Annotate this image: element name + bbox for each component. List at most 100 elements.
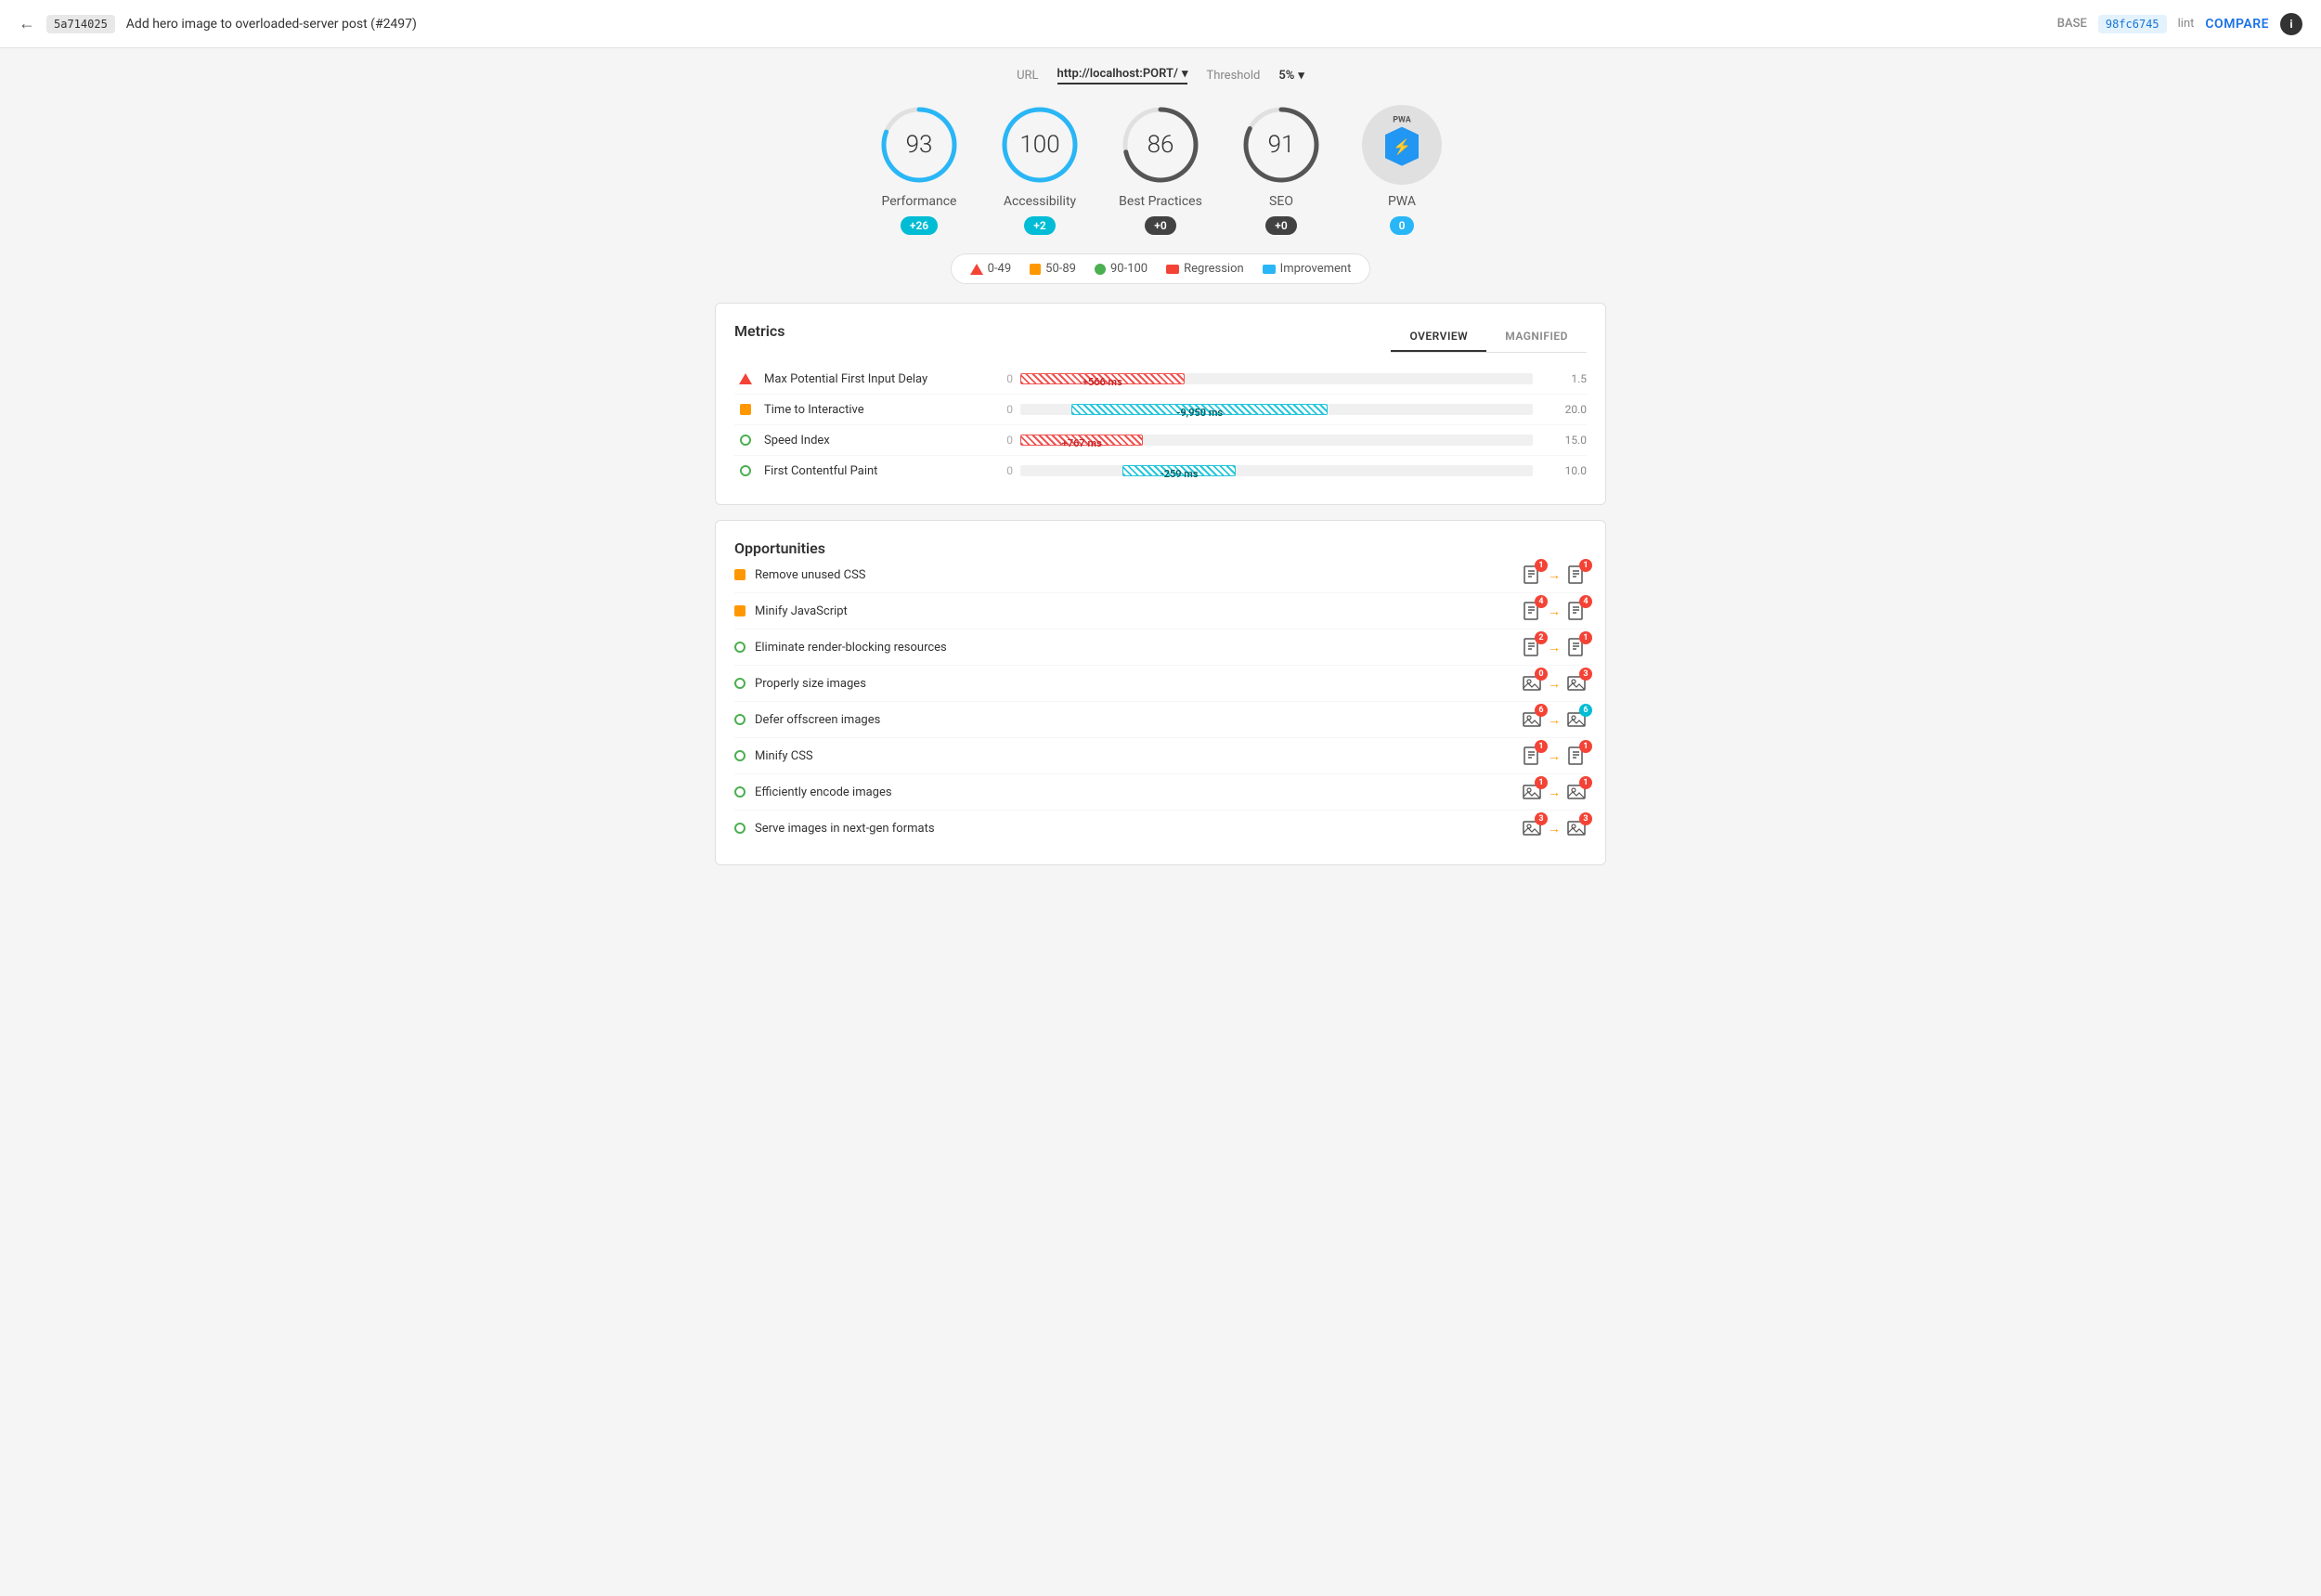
accessibility-badge: +2 (1024, 216, 1055, 235)
opp-icons-minify-js: 4 → 4 (1522, 601, 1587, 621)
metric-name-si: Speed Index (764, 434, 968, 448)
pwa-label: PWA (1388, 194, 1416, 209)
threshold-label: Threshold (1206, 69, 1260, 83)
score-seo: 91 SEO +0 (1239, 103, 1323, 235)
metric-bar-fpid: +566 ms (1020, 370, 1533, 388)
opp-name-render-blocking: Eliminate render-blocking resources (755, 641, 1512, 655)
base-count-badge: 1 (1535, 740, 1548, 753)
performance-label: Performance (882, 194, 957, 209)
arrow-icon: → (1548, 821, 1561, 837)
best-practices-score: 86 (1148, 131, 1174, 159)
list-item: Efficiently encode images 1 → 1 (734, 774, 1587, 811)
table-row: Speed Index 0 +767 ms 15.0 (734, 425, 1587, 456)
compare-count-badge: 1 (1579, 740, 1592, 753)
threshold-value[interactable]: 5% ▾ (1278, 69, 1304, 83)
compare-count-badge: 3 (1579, 812, 1592, 825)
arrow-icon: → (1548, 748, 1561, 764)
opp-name-defer-offscreen: Defer offscreen images (755, 713, 1512, 727)
metric-name-tti: Time to Interactive (764, 403, 968, 417)
tab-overview[interactable]: OVERVIEW (1391, 322, 1486, 352)
opportunities-card: Opportunities Remove unused CSS 1 → 1 Mi… (715, 520, 1606, 865)
compare-count-badge: 1 (1579, 631, 1592, 644)
opp-name-minify-js: Minify JavaScript (755, 604, 1512, 618)
opp-name-nextgen-images: Serve images in next-gen formats (755, 822, 1512, 836)
legend-90-100-label: 90-100 (1110, 262, 1148, 276)
legend-50-89-label: 50-89 (1045, 262, 1076, 276)
bar-label-si: +767 ms (1062, 437, 1102, 449)
bar-label-fpid: +566 ms (1083, 376, 1122, 388)
metric-bar-fcp: -259 ms (1020, 461, 1533, 480)
list-item: Remove unused CSS 1 → 1 (734, 557, 1587, 593)
bar-label-fcp: -259 ms (1160, 468, 1199, 480)
list-item: Eliminate render-blocking resources 2 → … (734, 629, 1587, 666)
base-count-badge: 3 (1535, 812, 1548, 825)
compare-count-badge: 4 (1579, 595, 1592, 608)
metrics-card: Metrics OVERVIEW MAGNIFIED Max Potential… (715, 303, 1606, 505)
opp-name-properly-size: Properly size images (755, 677, 1512, 691)
base-count-badge: 6 (1535, 704, 1548, 717)
opp-icons-properly-size: 0 → 3 (1522, 673, 1587, 694)
list-item: Minify CSS 1 → 1 (734, 738, 1587, 774)
opp-icon-minify-css (734, 750, 746, 761)
base-count-badge: 1 (1535, 559, 1548, 572)
base-count-badge: 1 (1535, 776, 1548, 789)
square-icon (740, 404, 751, 415)
metric-zero-si: 0 (976, 434, 1013, 447)
metrics-title: Metrics (734, 322, 784, 340)
legend-90-100: 90-100 (1095, 262, 1148, 276)
metric-zero-tti: 0 (976, 403, 1013, 416)
list-item: Defer offscreen images 6 → 6 (734, 702, 1587, 738)
legend-0-49: 0-49 (970, 262, 1012, 276)
opp-icon-encode-images (734, 786, 746, 798)
base-count-badge: 0 (1535, 668, 1548, 681)
opp-name-remove-css: Remove unused CSS (755, 568, 1512, 582)
metric-icon-fpid (734, 373, 757, 384)
opp-icons-encode-images: 1 → 1 (1522, 782, 1587, 802)
compare-button[interactable]: COMPARE (2205, 17, 2269, 32)
list-item: Minify JavaScript 4 → 4 (734, 593, 1587, 629)
legend-regression-icon (1166, 265, 1179, 274)
opp-icon-render-blocking (734, 642, 746, 653)
metrics-rows: Max Potential First Input Delay 0 +566 m… (734, 364, 1587, 486)
metric-score-tti: 20.0 (1540, 403, 1587, 416)
table-row: First Contentful Paint 0 -259 ms 10.0 (734, 456, 1587, 486)
accessibility-score: 100 (1019, 131, 1059, 159)
performance-badge: +26 (901, 216, 938, 235)
accessibility-label: Accessibility (1004, 194, 1076, 209)
metric-score-fpid: 1.5 (1540, 372, 1587, 385)
performance-score: 93 (906, 131, 933, 159)
triangle-icon (739, 373, 752, 384)
back-button[interactable]: ← (19, 14, 35, 33)
commit-title: Add hero image to overloaded-server post… (126, 17, 2046, 32)
compare-count-badge: 3 (1579, 668, 1592, 681)
legend-improvement-icon (1263, 265, 1276, 274)
opp-icon-properly-size (734, 678, 746, 689)
base-label: BASE (2057, 17, 2087, 31)
opp-icons-nextgen-images: 3 → 3 (1522, 818, 1587, 838)
score-pwa: PWA ⚡ PWA 0 (1360, 103, 1444, 235)
metric-zero-fpid: 0 (976, 372, 1013, 385)
url-bar: URL http://localhost:PORT/ ▾ Threshold 5… (715, 67, 1606, 84)
metric-icon-tti (734, 404, 757, 415)
base-commit-badge: 5a714025 (46, 15, 115, 33)
url-value[interactable]: http://localhost:PORT/ ▾ (1057, 67, 1188, 84)
arrow-icon: → (1548, 785, 1561, 800)
tab-magnified[interactable]: MAGNIFIED (1486, 322, 1587, 352)
arrow-icon: → (1548, 640, 1561, 655)
score-accessibility: 100 Accessibility +2 (998, 103, 1082, 235)
info-button[interactable]: i (2280, 13, 2302, 35)
score-best-practices: 86 Best Practices +0 (1119, 103, 1202, 235)
list-item: Properly size images 0 → 3 (734, 666, 1587, 702)
opp-icon-nextgen-images (734, 823, 746, 834)
legend-improvement-label: Improvement (1280, 262, 1352, 276)
scores-row: 93 Performance +26 100 Accessibility +2 (715, 103, 1606, 235)
circle-green-icon (740, 465, 751, 476)
opp-icons-defer-offscreen: 6 → 6 (1522, 709, 1587, 730)
legend-improvement: Improvement (1263, 262, 1352, 276)
table-row: Time to Interactive 0 -9,950 ms 20.0 (734, 395, 1587, 425)
opp-name-encode-images: Efficiently encode images (755, 785, 1512, 799)
seo-score: 91 (1268, 131, 1295, 159)
arrow-icon: → (1548, 567, 1561, 583)
metric-icon-si (734, 435, 757, 446)
list-item: Serve images in next-gen formats 3 → 3 (734, 811, 1587, 846)
